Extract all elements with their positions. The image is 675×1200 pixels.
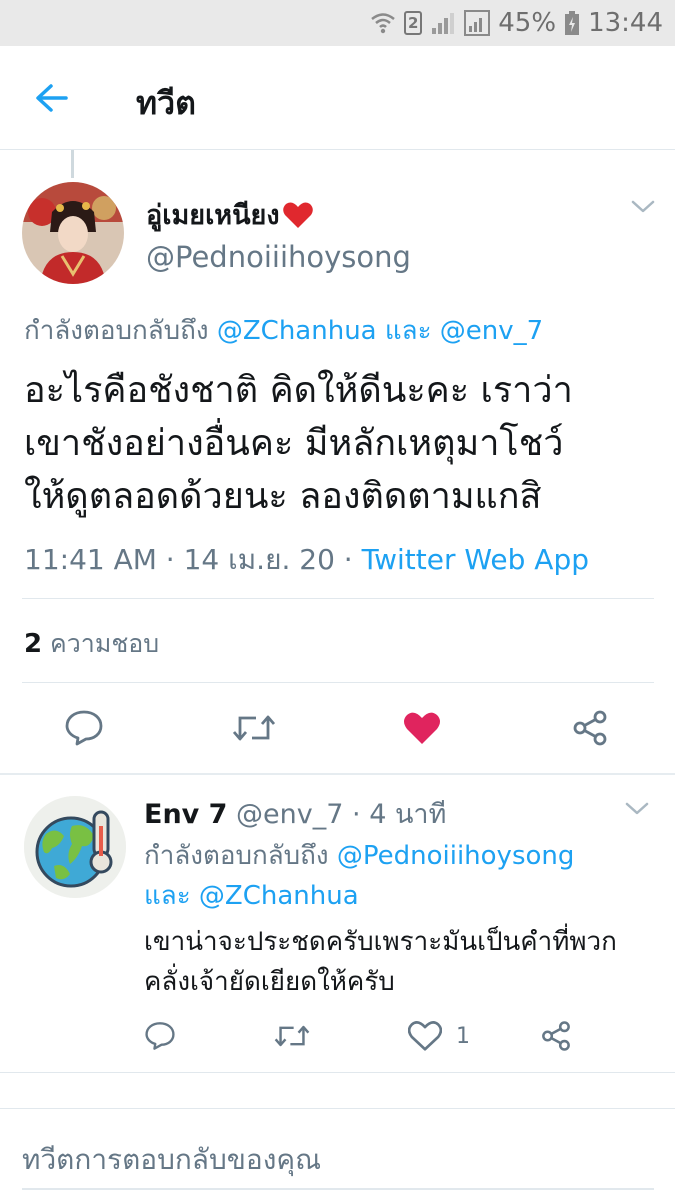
reply-actions: 1	[0, 1014, 675, 1058]
likes-count-link[interactable]: 2 ความชอบ	[24, 624, 159, 664]
author-name[interactable]: อู่เมยเหนียง	[146, 193, 314, 236]
mention-link[interactable]: @Pednoiiihoysong	[337, 841, 575, 871]
battery-percent: 45%	[498, 8, 557, 38]
tweet-meta: 11:41 AM · 14 เม.ย. 20 · Twitter Web App	[24, 538, 589, 582]
author-name-text: อู่เมยเหนียง	[146, 200, 280, 231]
avatar[interactable]	[22, 182, 124, 284]
reply-button[interactable]	[56, 700, 112, 756]
back-button[interactable]	[30, 76, 74, 120]
retweet-icon	[274, 1025, 310, 1047]
tweet-actions	[0, 700, 675, 756]
replying-and: และ	[144, 881, 191, 911]
mention-link[interactable]: @ZChanhua	[199, 881, 359, 911]
share-icon	[542, 1021, 570, 1051]
mention-link[interactable]: @ZChanhua	[217, 316, 377, 346]
tweet-text-line: อะไรคือชังชาติ คิดให้ดีนะคะ เราว่า	[24, 370, 573, 411]
divider	[0, 1108, 675, 1109]
thread-connector	[71, 150, 74, 178]
reply-header: Env 7 @env_7 · 4 นาที	[144, 792, 446, 835]
heart-outline-icon	[408, 1021, 442, 1051]
page-title: ทวีต	[136, 84, 196, 122]
signal-icon	[430, 10, 456, 36]
tweet-source-link[interactable]: Twitter Web App	[362, 543, 589, 576]
replying-to: กำลังตอบกลับถึง @Pednoiiihoysong และ @ZC…	[144, 836, 644, 916]
like-button[interactable]: 1	[408, 1014, 470, 1058]
retweet-button[interactable]	[274, 1014, 310, 1058]
reply-text-line: คลั่งเจ้ายัดเยียดให้ครับ	[144, 967, 395, 997]
reply-icon	[145, 1022, 175, 1050]
replying-prefix: กำลังตอบกลับถึง	[144, 841, 329, 871]
reply-time: · 4 นาที	[352, 799, 447, 830]
reply-author-handle[interactable]: @env_7	[236, 799, 343, 830]
author-handle[interactable]: @Pednoiiihoysong	[146, 240, 411, 274]
divider	[22, 598, 654, 599]
share-button[interactable]	[540, 1014, 572, 1058]
reply-author-name[interactable]: Env 7	[144, 799, 227, 830]
replying-and: และ	[384, 316, 432, 346]
chevron-down-icon	[625, 802, 649, 815]
reply-compose-input[interactable]: ทวีตการตอบกลับของคุณ	[22, 1138, 321, 1182]
replying-prefix: กำลังตอบกลับถึง	[24, 316, 209, 346]
status-bar: 2 45% 13:44	[0, 0, 675, 46]
reply-text: เขาน่าจะประชดครับเพราะมันเป็นคำที่พวก คล…	[144, 922, 664, 1002]
reply-text-line: เขาน่าจะประชดครับเพราะมันเป็นคำที่พวก	[144, 927, 617, 957]
reply-options-button[interactable]	[624, 800, 650, 822]
compose-underline	[22, 1188, 654, 1190]
like-count: 1	[456, 1023, 470, 1049]
likes-count: 2	[24, 629, 43, 659]
share-icon	[573, 710, 607, 746]
heart-emoji-icon	[282, 202, 313, 228]
share-button[interactable]	[562, 700, 618, 756]
signal-icon-2	[464, 10, 491, 36]
reply-icon	[65, 710, 103, 746]
section-divider	[0, 773, 675, 775]
status-icons: 2 45% 13:44	[370, 0, 663, 46]
avatar[interactable]	[24, 796, 126, 898]
divider	[22, 682, 654, 683]
tweet-text: อะไรคือชังชาติ คิดให้ดีนะคะ เราว่า เขาชั…	[24, 364, 654, 523]
battery-icon	[564, 10, 580, 36]
app-bar: ทวีต	[0, 46, 675, 150]
clock: 13:44	[588, 8, 663, 38]
arrow-left-icon	[36, 84, 68, 112]
heart-filled-icon	[404, 712, 440, 744]
reply-button[interactable]	[144, 1014, 176, 1058]
tweet-text-line: เขาชังอย่างอื่นคะ มีหลักเหตุมาโชว์	[24, 423, 564, 464]
retweet-button[interactable]	[226, 700, 282, 756]
mention-link[interactable]: @env_7	[440, 316, 543, 346]
like-button[interactable]	[394, 700, 450, 756]
tweet-timestamp: 11:41 AM · 14 เม.ย. 20 ·	[24, 543, 362, 576]
sim-badge: 2	[404, 11, 423, 35]
tweet-options-button[interactable]	[630, 198, 656, 220]
wifi-icon	[370, 10, 396, 36]
replying-to: กำลังตอบกลับถึง @ZChanhua และ @env_7	[24, 310, 543, 351]
retweet-icon	[232, 715, 276, 741]
tweet-text-line: ให้ดูตลอดด้วยนะ ลองติดตามแกสิ	[24, 476, 542, 517]
chevron-down-icon	[631, 200, 655, 213]
divider	[0, 1072, 675, 1073]
likes-label: ความชอบ	[50, 629, 160, 658]
